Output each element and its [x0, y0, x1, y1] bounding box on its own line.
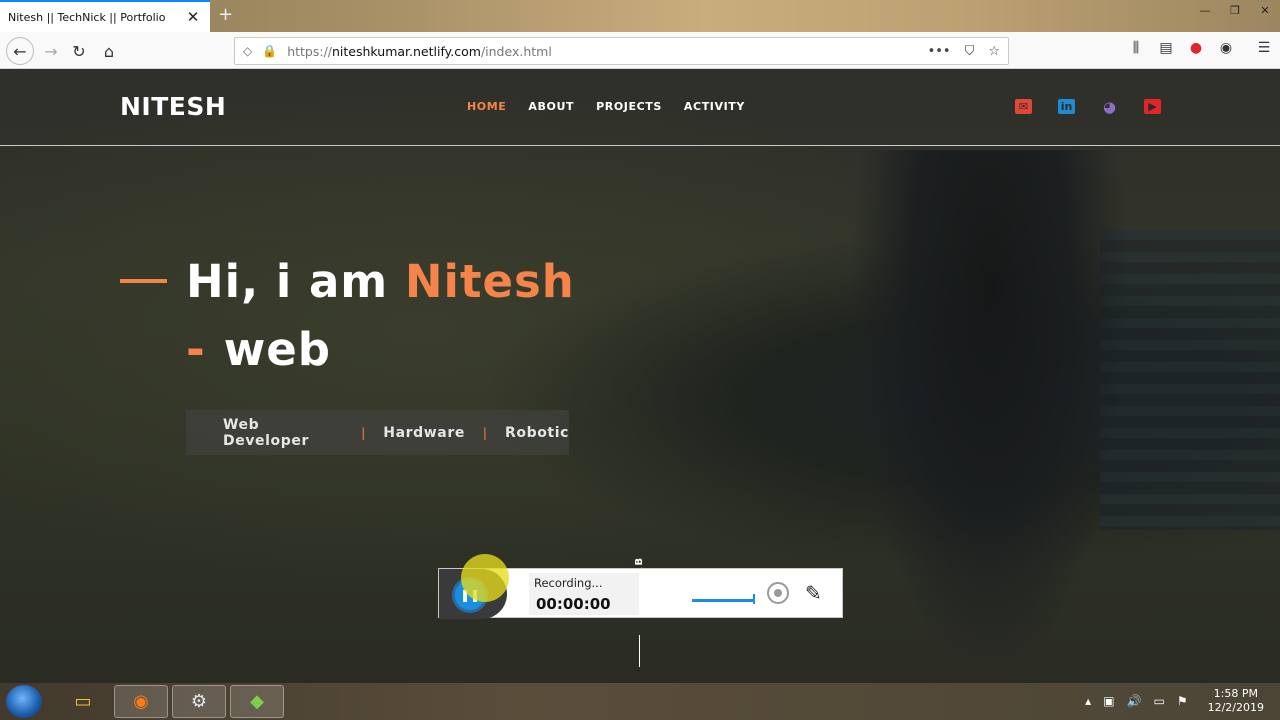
app-icon[interactable]: ◆	[230, 685, 284, 718]
reload-icon[interactable]: ↻	[66, 38, 92, 64]
menu-projects[interactable]: PROJECTS	[596, 100, 662, 113]
network-icon[interactable]: ▭	[1153, 694, 1164, 708]
tray-app-icon[interactable]: ▣	[1103, 694, 1114, 708]
hero-greeting: Hi, i am	[186, 255, 405, 308]
bookmark-star-icon[interactable]: ☆	[988, 44, 1000, 59]
clock[interactable]: 1:58 PM 12/2/2019	[1208, 687, 1264, 715]
maximize-icon[interactable]: ❐	[1220, 0, 1250, 20]
volume-icon[interactable]: 🔊	[1127, 694, 1142, 708]
file-explorer-icon[interactable]: ▭	[56, 685, 110, 718]
recording-timer: 00:00:00	[536, 595, 611, 613]
tab-title: Nitesh || TechNick || Portfolio	[8, 10, 166, 24]
audio-level-slider[interactable]	[692, 599, 754, 602]
url-prefix: https://	[287, 43, 332, 59]
start-button-icon[interactable]	[6, 685, 42, 718]
window-controls: — ❐ ✕	[1190, 0, 1280, 20]
tab-bar: Nitesh || TechNick || Portfolio ✕ + — ❐ …	[0, 0, 1280, 32]
github-icon[interactable]: ◕	[1101, 98, 1118, 116]
steam-icon[interactable]: ⚙	[172, 685, 226, 718]
url-host: niteshkumar.netlify.com	[332, 43, 481, 59]
youtube-icon[interactable]: ▶	[1144, 99, 1161, 114]
pocket-icon[interactable]: ⛉	[965, 44, 975, 59]
skill-separator: |	[361, 425, 366, 440]
site-logo[interactable]: NITESH	[120, 92, 226, 121]
forward-icon[interactable]: →	[38, 38, 64, 64]
back-icon[interactable]: ←	[6, 37, 34, 65]
account-icon[interactable]: ◉	[1218, 40, 1234, 56]
browser-toolbar: ← → ↻ ⌂ ◇ 🔒 https://niteshkumar.netlify.…	[0, 32, 1280, 69]
background-person	[850, 150, 1130, 680]
recorder-info: Recording... 00:00:00	[529, 573, 639, 615]
recording-status: Recording...	[534, 576, 603, 590]
firefox-icon[interactable]: ◉	[114, 685, 168, 718]
email-icon[interactable]: ✉	[1015, 99, 1032, 114]
scroll-indicator-line	[639, 635, 640, 667]
skills-bar: Web Developer | Hardware | Robotic	[186, 410, 569, 455]
url-path: /index.html	[480, 43, 552, 59]
action-center-flag-icon[interactable]: ⚑	[1177, 694, 1188, 708]
minimize-icon[interactable]: —	[1190, 0, 1220, 20]
hero-heading: Hi, i am Nitesh	[186, 255, 575, 308]
close-window-icon[interactable]: ✕	[1250, 0, 1280, 20]
cursor-highlight	[461, 554, 509, 602]
skill-separator: |	[482, 425, 487, 440]
system-tray: ▴ ▣ 🔊 ▭ ⚑ 1:58 PM 12/2/2019	[1085, 687, 1264, 715]
hero-name: Nitesh	[404, 255, 575, 308]
menu-about[interactable]: ABOUT	[528, 100, 574, 113]
library-icon[interactable]: ⫼	[1128, 40, 1144, 56]
lock-icon[interactable]: 🔒	[262, 44, 277, 58]
tray-expand-icon[interactable]: ▴	[1085, 694, 1091, 708]
home-icon[interactable]: ⌂	[96, 38, 122, 64]
url-text[interactable]: https://niteshkumar.netlify.com/index.ht…	[287, 44, 927, 59]
menu-activity[interactable]: ACTIVITY	[684, 100, 745, 113]
hero-hyphen: -	[186, 323, 206, 376]
sidebar-icon[interactable]: ▤	[1158, 40, 1174, 56]
page-actions-icon[interactable]: •••	[928, 44, 951, 59]
menu-home[interactable]: HOME	[467, 100, 506, 113]
site-header: NITESH HOME ABOUT PROJECTS ACTIVITY ✉ in…	[0, 70, 1280, 146]
social-links: ✉ in ◕ ▶	[1015, 98, 1161, 116]
url-bar[interactable]: ◇ 🔒 https://niteshkumar.netlify.com/inde…	[234, 37, 1009, 65]
webcam-icon[interactable]	[767, 582, 789, 604]
new-tab-icon[interactable]: +	[218, 4, 233, 25]
site-menu: HOME ABOUT PROJECTS ACTIVITY	[467, 100, 745, 113]
hero-dash	[120, 279, 167, 283]
skill-item: Web Developer	[223, 416, 309, 449]
audio-level-handle[interactable]	[753, 594, 755, 604]
hero-subheading: - web	[186, 323, 331, 376]
clock-time: 1:58 PM	[1213, 687, 1258, 700]
skill-item: Robotic	[504, 424, 569, 441]
browser-tab[interactable]: Nitesh || TechNick || Portfolio ✕	[0, 0, 210, 32]
pen-icon[interactable]: ✎	[805, 581, 822, 605]
shield-icon[interactable]: ◇	[243, 44, 252, 58]
menu-icon[interactable]: ☰	[1256, 40, 1272, 56]
taskbar: ▭ ◉ ⚙ ◆ ▴ ▣ 🔊 ▭ ⚑ 1:58 PM 12/2/2019	[0, 683, 1280, 720]
hero-typed-text: web	[223, 323, 331, 376]
close-tab-icon[interactable]: ✕	[184, 8, 202, 26]
clock-date: 12/2/2019	[1207, 701, 1264, 714]
skill-item: Hardware	[383, 424, 465, 441]
linkedin-icon[interactable]: in	[1058, 99, 1075, 114]
opera-icon[interactable]: ●	[1188, 40, 1204, 56]
